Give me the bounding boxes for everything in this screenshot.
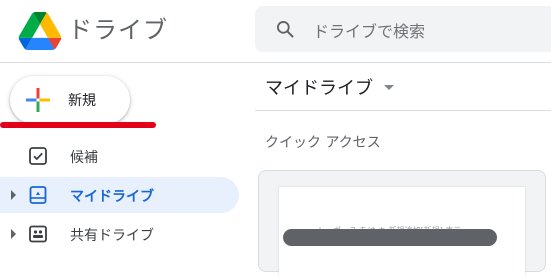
new-button[interactable]: 新規 xyxy=(10,76,130,124)
search-input[interactable]: ドライブで検索 xyxy=(313,18,425,42)
plus-icon xyxy=(26,88,50,112)
sidebar-item-my-drive[interactable]: マイドライブ xyxy=(0,177,239,213)
main-divider xyxy=(255,110,551,111)
page-title[interactable]: マイドライブ xyxy=(265,74,373,100)
sidebar-item-label: 候補 xyxy=(70,150,98,166)
quick-access-file-card[interactable]: ト・ポ・ス をは キ 新規追加[新規] 表示 xyxy=(258,170,546,277)
new-button-label: 新規 xyxy=(68,93,96,109)
search-box[interactable]: ドライブで検索 xyxy=(255,6,551,52)
expand-arrow-icon[interactable] xyxy=(11,229,16,239)
title-dropdown-caret-icon[interactable] xyxy=(384,85,394,90)
checkbox-icon xyxy=(29,147,47,165)
expand-arrow-icon[interactable] xyxy=(11,190,16,200)
google-drive-logo-icon[interactable] xyxy=(18,12,62,50)
my-drive-icon xyxy=(29,186,47,204)
sidebar-item-suggestions[interactable]: 候補 xyxy=(0,138,240,174)
app-title: ドライブ xyxy=(68,16,168,44)
red-annotation-underline xyxy=(0,122,156,128)
redaction-bar xyxy=(283,229,497,246)
quick-access-heading: クイック アクセス xyxy=(265,135,381,151)
sidebar-item-shared-drives[interactable]: 共有ドライブ xyxy=(0,216,240,252)
search-icon[interactable] xyxy=(275,19,295,39)
sidebar-item-label: マイドライブ xyxy=(70,189,154,205)
header-divider xyxy=(0,62,551,63)
shared-drive-icon xyxy=(29,225,47,243)
sidebar-item-label: 共有ドライブ xyxy=(70,228,154,244)
